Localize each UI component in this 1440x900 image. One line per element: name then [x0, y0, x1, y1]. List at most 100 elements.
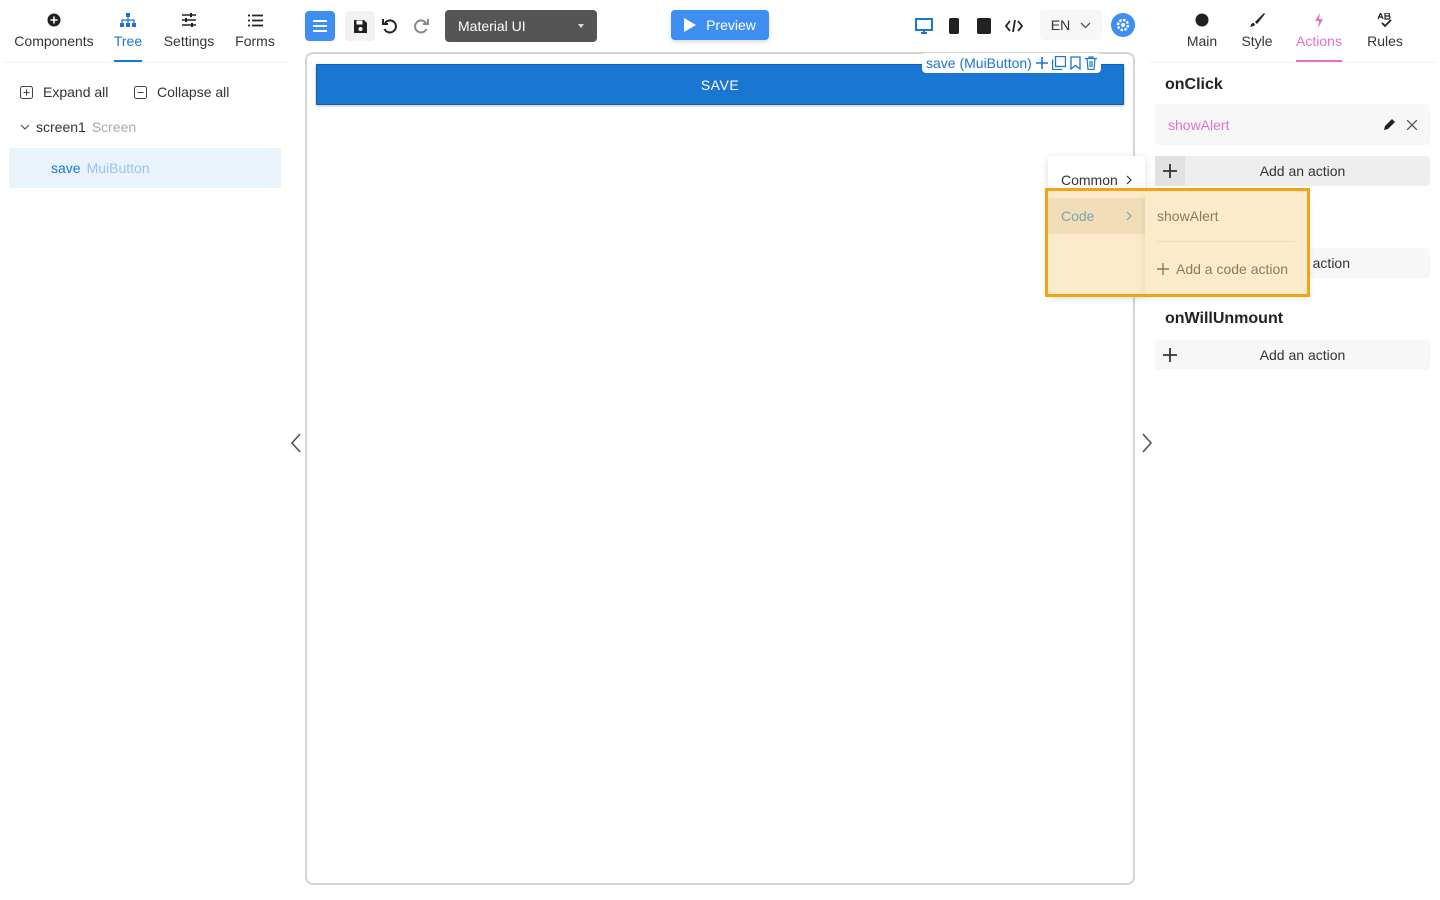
add-action-button-onclick[interactable]: Add an action — [1155, 156, 1430, 186]
add-code-action-button[interactable]: Add a code action — [1145, 251, 1307, 287]
close-icon[interactable] — [1407, 119, 1417, 130]
chevron-right-icon — [1126, 211, 1132, 221]
tab-label: Tree — [113, 33, 143, 49]
add-code-action-label: Add a code action — [1176, 261, 1289, 277]
action-name: showAlert — [1168, 116, 1230, 133]
tablet-view-button[interactable] — [969, 11, 999, 41]
add-action-button-onwillunmount[interactable]: Add an action — [1155, 340, 1430, 370]
tree-icon — [120, 10, 136, 30]
tab-label: Forms — [235, 33, 275, 49]
expand-all-button[interactable]: Expand all — [20, 84, 108, 100]
chevron-right-icon — [1126, 175, 1132, 185]
undo-button[interactable] — [375, 11, 405, 41]
gear-icon — [1115, 17, 1131, 33]
monitor-icon — [915, 18, 933, 34]
tab-actions[interactable]: Actions — [1296, 10, 1342, 62]
language-select[interactable]: EN — [1040, 10, 1102, 40]
tree-node-screen1[interactable]: screen1 Screen — [20, 117, 136, 137]
mobile-view-button[interactable] — [939, 11, 969, 41]
add-icon[interactable] — [1035, 57, 1048, 69]
divider — [1157, 241, 1295, 242]
chevron-down-icon — [1080, 22, 1091, 29]
collapse-left-arrow[interactable] — [289, 432, 305, 454]
play-icon — [684, 18, 697, 32]
undo-icon — [381, 18, 399, 35]
menu-button[interactable] — [305, 11, 335, 41]
tab-label: Style — [1241, 33, 1273, 49]
menu-item-showalert[interactable]: showAlert — [1145, 198, 1307, 234]
code-icon — [1005, 19, 1023, 33]
plus-circle-icon — [47, 10, 61, 30]
selection-label: save (MuiButton) — [926, 55, 1032, 71]
brush-icon — [1249, 10, 1265, 30]
list-icon — [247, 10, 263, 30]
library-select[interactable]: Material UI — [445, 10, 597, 42]
sliders-icon — [181, 10, 197, 30]
add-action-label: Add an action — [1259, 347, 1346, 363]
menu-item-code[interactable]: Code — [1048, 198, 1145, 234]
tab-label: Main — [1186, 33, 1218, 49]
tab-tree[interactable]: Tree — [112, 10, 144, 62]
selection-toolbar: save (MuiButton) — [922, 53, 1101, 73]
tab-label: Settings — [163, 33, 215, 49]
left-panel: Components Tree Settings Forms Expand al… — [0, 0, 290, 900]
redo-icon — [412, 18, 429, 35]
tree-node-name: save — [51, 160, 81, 176]
duplicate-icon[interactable] — [1051, 56, 1066, 70]
tree-node-save[interactable]: save MuiButton — [9, 148, 281, 188]
plus-icon — [1157, 263, 1169, 275]
action-item-showalert[interactable]: showAlert — [1155, 104, 1430, 145]
redo-button[interactable] — [405, 11, 435, 41]
menu-item-label: Code — [1061, 208, 1095, 224]
tab-style[interactable]: Style — [1240, 10, 1274, 62]
divider — [1150, 62, 1436, 63]
lightning-icon — [1314, 10, 1324, 30]
preview-button[interactable]: Preview — [671, 10, 769, 40]
caret-down-icon — [578, 24, 584, 28]
tree-node-type: Screen — [91, 119, 137, 135]
code-view-button[interactable] — [999, 11, 1029, 41]
preview-label: Preview — [706, 17, 756, 33]
tab-components[interactable]: Components — [14, 10, 94, 62]
circle-icon — [1195, 10, 1209, 30]
tablet-icon — [977, 18, 991, 34]
expand-all-label: Expand all — [43, 84, 109, 100]
collapse-all-button[interactable]: Collapse all — [134, 84, 229, 100]
collapse-all-label: Collapse all — [157, 84, 230, 100]
tab-label: Actions — [1296, 33, 1342, 49]
theme-settings-button[interactable] — [1111, 13, 1135, 37]
tab-main[interactable]: Main — [1185, 10, 1219, 62]
canvas-frame — [305, 52, 1135, 885]
add-action-label: Add an action — [1259, 163, 1346, 179]
tree-node-type: MuiButton — [86, 160, 150, 176]
event-title-onclick: onClick — [1165, 76, 1223, 93]
bookmark-icon[interactable] — [1070, 56, 1081, 70]
divider — [4, 62, 288, 63]
menu-item-common[interactable]: Common — [1048, 162, 1145, 198]
tree-node-name: screen1 — [36, 119, 86, 135]
save-button[interactable] — [345, 11, 375, 41]
desktop-view-button[interactable] — [909, 11, 939, 41]
plus-square-icon — [20, 85, 33, 99]
trash-icon[interactable] — [1084, 56, 1097, 70]
collapse-right-arrow[interactable] — [1138, 432, 1154, 454]
hamburger-icon — [313, 20, 327, 32]
event-title-onwillunmount: onWillUnmount — [1165, 310, 1284, 327]
tab-label: Rules — [1367, 33, 1403, 49]
chevron-down-icon[interactable] — [20, 122, 30, 132]
minus-square-icon — [134, 85, 147, 99]
plus-icon — [1155, 340, 1185, 370]
language-value: EN — [1050, 17, 1071, 33]
pencil-icon[interactable] — [1383, 118, 1395, 131]
tab-label: Components — [14, 33, 94, 49]
tab-settings[interactable]: Settings — [162, 10, 216, 62]
library-select-value: Material UI — [458, 18, 526, 34]
phone-icon — [949, 18, 959, 34]
floppy-disk-icon — [353, 19, 368, 34]
tab-rules[interactable]: Rules — [1366, 10, 1404, 62]
menu-item-label: Common — [1061, 172, 1118, 188]
chevron-left-icon — [290, 433, 301, 453]
spellcheck-icon — [1377, 10, 1393, 30]
action-type-menu: Common Code — [1048, 156, 1145, 296]
tab-forms[interactable]: Forms — [233, 10, 277, 62]
